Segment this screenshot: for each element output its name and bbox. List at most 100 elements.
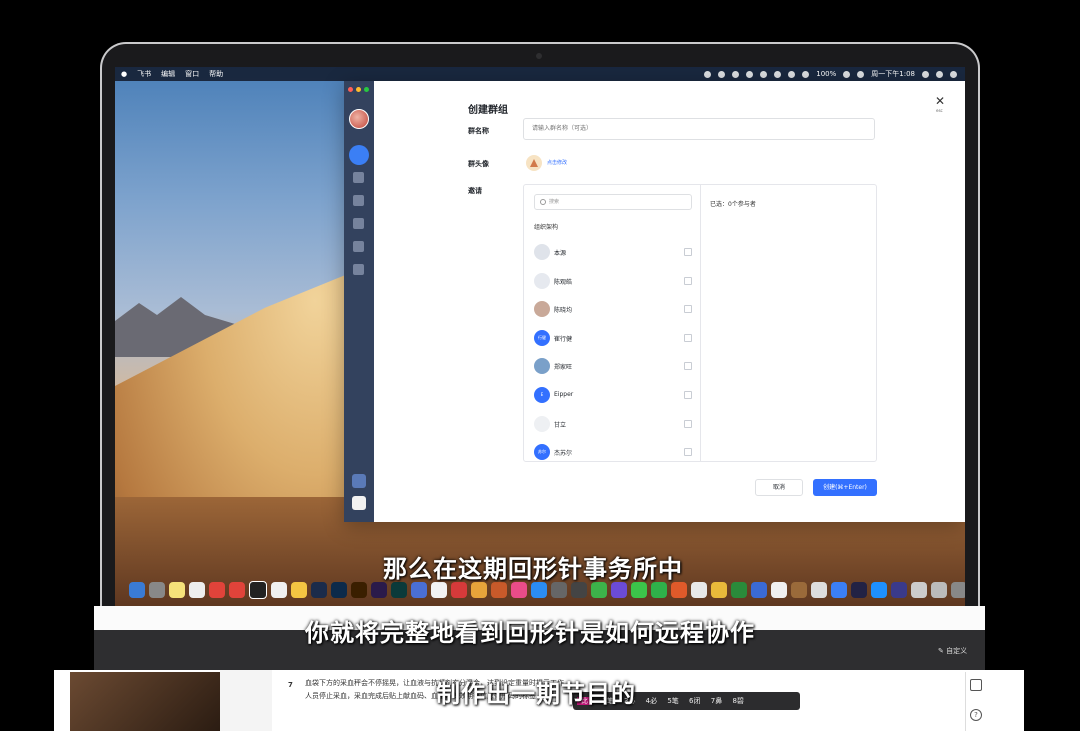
app-icon[interactable] xyxy=(951,582,965,598)
ime-candidate[interactable]: 8碧 xyxy=(732,697,743,705)
feishu-dock-icon[interactable] xyxy=(831,582,847,598)
menu-item-help[interactable]: 帮助 xyxy=(209,67,223,81)
minimize-window-button[interactable] xyxy=(356,87,361,92)
member-checkbox[interactable] xyxy=(684,248,692,256)
chrome-icon[interactable] xyxy=(711,582,727,598)
member-checkbox[interactable] xyxy=(684,391,692,399)
member-row[interactable]: 本源 xyxy=(534,244,694,260)
menu-item-edit[interactable]: 编辑 xyxy=(161,67,175,81)
member-checkbox[interactable] xyxy=(684,277,692,285)
audition-icon[interactable] xyxy=(391,582,407,598)
group-avatar-image[interactable] xyxy=(526,155,542,171)
member-row[interactable]: 陈晓均 xyxy=(534,301,694,317)
member-checkbox[interactable] xyxy=(684,448,692,456)
workplace-icon[interactable] xyxy=(353,241,364,252)
ime-candidate[interactable]: 6闭 xyxy=(689,697,700,705)
close-icon[interactable]: ✕ xyxy=(935,94,945,108)
music-icon[interactable] xyxy=(511,582,527,598)
group-name-input[interactable] xyxy=(523,118,875,140)
close-window-button[interactable] xyxy=(348,87,353,92)
member-row[interactable]: 甘立 xyxy=(534,416,694,432)
wechat-icon[interactable] xyxy=(718,70,726,78)
cancel-button[interactable]: 取消 xyxy=(755,479,803,496)
send-icon[interactable] xyxy=(732,70,740,78)
app-icon[interactable] xyxy=(611,582,627,598)
upload-icon[interactable] xyxy=(746,70,754,78)
app-icon[interactable] xyxy=(651,582,667,598)
calendar-icon[interactable] xyxy=(353,172,364,183)
wechat-app-icon[interactable] xyxy=(631,582,647,598)
contacts-icon[interactable] xyxy=(353,218,364,229)
app-icon[interactable] xyxy=(249,581,267,599)
launchpad-icon[interactable] xyxy=(149,582,165,598)
battery-icon[interactable] xyxy=(843,70,851,78)
user-icon[interactable] xyxy=(936,70,943,78)
docs-icon[interactable] xyxy=(353,195,364,206)
sync-icon[interactable] xyxy=(760,70,768,78)
volume-icon[interactable] xyxy=(802,70,810,78)
control-center-icon[interactable] xyxy=(950,70,957,78)
illustrator-icon[interactable] xyxy=(351,582,367,598)
create-group-button[interactable]: 创建(⌘+Enter) xyxy=(813,479,877,496)
menu-item-feishu[interactable]: 飞书 xyxy=(137,67,151,81)
app-icon[interactable] xyxy=(411,582,427,598)
app-icon[interactable] xyxy=(731,582,747,598)
status-icon[interactable] xyxy=(704,70,712,78)
app-icon[interactable] xyxy=(771,582,787,598)
keynote-icon[interactable] xyxy=(491,582,507,598)
eye-icon[interactable] xyxy=(774,70,782,78)
org-structure-label[interactable]: 组织架构 xyxy=(534,222,558,231)
menu-item-window[interactable]: 窗口 xyxy=(185,67,199,81)
netease-music-icon[interactable] xyxy=(229,582,245,598)
apple-menu-icon[interactable]: ● xyxy=(121,67,127,81)
app-icon[interactable] xyxy=(911,582,927,598)
app-icon[interactable] xyxy=(551,582,567,598)
zoom-window-button[interactable] xyxy=(364,87,369,92)
clock[interactable]: 周一下午1:08 xyxy=(871,67,915,81)
comment-icon[interactable] xyxy=(970,679,982,691)
photoshop-icon[interactable] xyxy=(331,582,347,598)
app-store-icon[interactable] xyxy=(531,582,547,598)
chat-icon[interactable] xyxy=(349,145,369,165)
app-icon[interactable] xyxy=(591,582,607,598)
finder-icon[interactable] xyxy=(129,582,145,598)
ime-candidate[interactable]: 4必 xyxy=(646,697,657,705)
app-icon[interactable] xyxy=(751,582,767,598)
member-row[interactable]: E Eipper xyxy=(534,387,694,403)
photos-icon[interactable] xyxy=(291,582,307,598)
app-icon[interactable] xyxy=(871,582,887,598)
calendar-app-icon[interactable] xyxy=(189,582,205,598)
app-icon[interactable] xyxy=(691,582,707,598)
ime-candidate[interactable]: 5笔 xyxy=(667,697,678,705)
app-icon[interactable] xyxy=(671,582,687,598)
lightroom-icon[interactable] xyxy=(311,582,327,598)
app-icon[interactable] xyxy=(931,582,947,598)
input-method-icon[interactable] xyxy=(857,70,865,78)
wifi-icon[interactable] xyxy=(788,70,796,78)
feishu-logo-icon[interactable] xyxy=(352,496,366,510)
ime-candidate[interactable]: 7鼻 xyxy=(711,697,722,705)
weibo-icon[interactable] xyxy=(451,582,467,598)
member-checkbox[interactable] xyxy=(684,420,692,428)
notes-icon[interactable] xyxy=(169,582,185,598)
member-checkbox[interactable] xyxy=(684,334,692,342)
user-avatar[interactable] xyxy=(349,109,369,129)
change-avatar-link[interactable]: 点击修改 xyxy=(547,159,567,166)
app-icon[interactable] xyxy=(571,582,587,598)
siri-icon[interactable] xyxy=(922,70,929,78)
app-icon[interactable] xyxy=(209,582,225,598)
app-icon[interactable] xyxy=(791,582,807,598)
member-row[interactable]: 苏尔 杰苏尔 xyxy=(534,444,694,460)
charts-icon[interactable] xyxy=(471,582,487,598)
member-row[interactable]: 郑家旺 xyxy=(534,358,694,374)
app-icon[interactable] xyxy=(811,582,827,598)
after-effects-icon[interactable] xyxy=(371,582,387,598)
app-icon[interactable] xyxy=(431,582,447,598)
member-checkbox[interactable] xyxy=(684,362,692,370)
app-icon[interactable] xyxy=(851,582,867,598)
member-row[interactable]: 陈观皓 xyxy=(534,273,694,289)
app-icon[interactable] xyxy=(891,582,907,598)
add-contact-icon[interactable] xyxy=(352,474,366,488)
battery-percent[interactable]: 100% xyxy=(816,67,836,81)
customize-button[interactable]: ✎ 自定义 xyxy=(938,646,967,656)
